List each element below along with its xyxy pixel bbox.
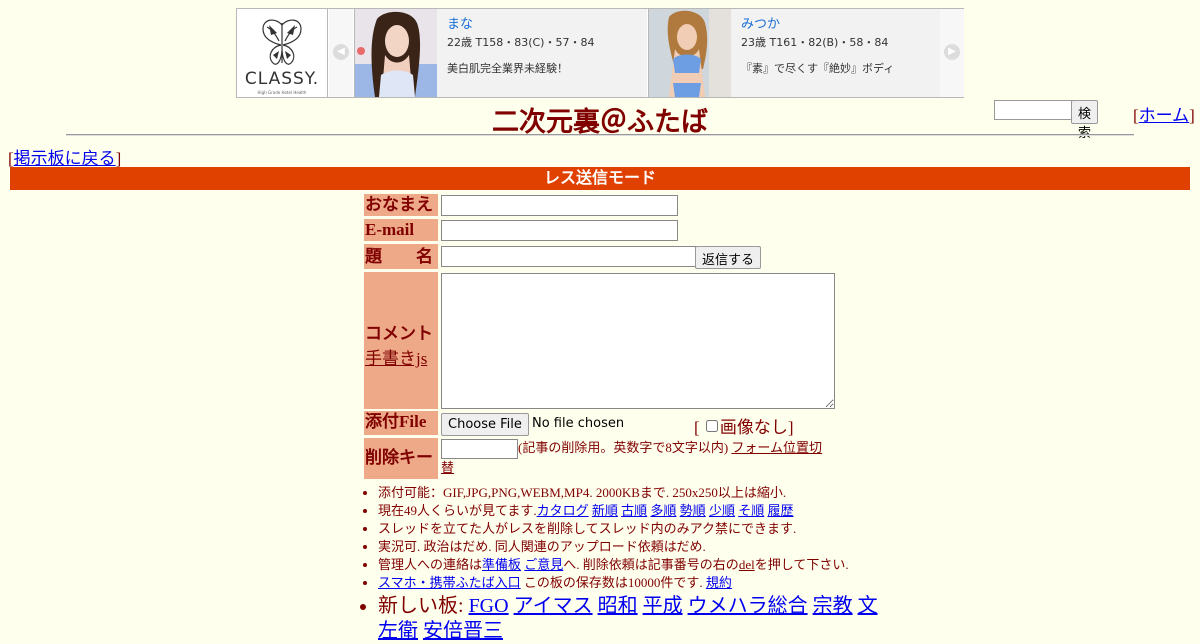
storage-count: この板の保存数は10000件です.	[520, 575, 703, 590]
subject-input[interactable]	[441, 246, 696, 267]
feedback-link[interactable]: ご意見	[524, 557, 563, 572]
comment-label: コメント	[365, 324, 433, 343]
rule-item: スマホ・携帯ふたば入口 この板の保存数は10000件です. 規約	[378, 574, 878, 592]
viewer-count: 現在49人くらいが見てます.	[378, 503, 537, 518]
reply-submit-button[interactable]: 返信する	[695, 246, 762, 269]
sort-momentum-link[interactable]: 勢順	[680, 503, 706, 518]
no-image-option: [ 画像なし]	[694, 418, 794, 437]
comment-textarea[interactable]	[441, 273, 835, 409]
email-label: E-mail	[364, 219, 438, 241]
delete-key-input[interactable]	[441, 439, 518, 460]
rule-text: へ. 削除依頼は記事番号の右の	[563, 557, 739, 572]
sort-few-link[interactable]: 少順	[709, 503, 735, 518]
chevron-left-icon: ◀	[333, 44, 349, 60]
rule-text: を押して下さい.	[754, 557, 849, 572]
board-link-fgo[interactable]: FGO	[469, 595, 509, 617]
no-image-label: 画像なし	[719, 418, 788, 437]
chevron-right-icon: ▶	[944, 44, 960, 60]
ad-info: みつか 23歳 T161・82(B)・58・84 『素』で尽くす『絶妙』ボディ	[741, 13, 894, 76]
ad-stats: 23歳 T161・82(B)・58・84	[741, 36, 889, 49]
email-field-wrap	[441, 220, 678, 241]
back-to-board-link[interactable]: 掲示板に戻る	[14, 149, 116, 168]
home-nav: [ホーム]	[1133, 106, 1195, 125]
rule-item: 実況可. 政治はだめ. 同人関連のアップロード依頼はだめ.	[378, 538, 878, 556]
name-field-wrap	[441, 195, 678, 216]
name-label: おなまえ	[364, 194, 438, 216]
search-form: 検索	[994, 100, 1099, 141]
butterfly-logo-icon	[262, 19, 302, 65]
ad-stats: 22歳 T158・83(C)・57・84	[447, 36, 595, 49]
ad-banner[interactable]: CLASSY. High Grade Hotel Health ◀ まな 22歳…	[236, 8, 964, 98]
search-button[interactable]: 検索	[1071, 100, 1099, 141]
ad-name[interactable]: まな	[447, 13, 594, 32]
sort-so-link[interactable]: そ順	[738, 503, 764, 518]
ad-prev-button[interactable]: ◀	[329, 9, 353, 97]
reply-mode-bar: レス送信モード	[10, 167, 1190, 190]
board-link-imas[interactable]: アイマス	[514, 595, 593, 617]
divider	[66, 134, 1134, 136]
board-rules: 添付可能：GIF,JPG,PNG,WEBM,MP4. 2000KBまで. 250…	[362, 484, 878, 644]
rule-item: 現在49人くらいが見てます.カタログ 新順 古順 多順 勢順 少順 そ順 履歴	[378, 502, 878, 520]
subject-label: 題 名	[364, 244, 438, 269]
choose-file-button[interactable]: Choose File	[441, 413, 529, 436]
mobile-entry-link[interactable]: スマホ・携帯ふたば入口	[378, 575, 521, 590]
ad-name[interactable]: みつか	[741, 13, 894, 32]
no-image-checkbox[interactable]	[705, 420, 718, 432]
terms-link[interactable]: 規約	[706, 575, 732, 590]
board-link-heisei[interactable]: 平成	[643, 595, 683, 617]
ad-photo[interactable]	[649, 9, 731, 97]
board-link-religion[interactable]: 宗教	[813, 595, 853, 617]
rule-text: 実況可. 政治はだめ. 同人関連のアップロード依頼はだめ.	[378, 539, 706, 554]
rule-text: スレッドを立てた人がレスを削除してスレッド内のみアク禁にできます.	[378, 521, 797, 536]
board-link-umehara[interactable]: ウメハラ総合	[688, 595, 808, 617]
comment-label-cell: コメント 手書きjs	[364, 272, 438, 409]
handwrite-link[interactable]: 手書きjs	[365, 349, 427, 368]
ad-brand: CLASSY.	[244, 69, 320, 89]
ad-info: まな 22歳 T158・83(C)・57・84 美白肌完全業界未経験！	[447, 13, 594, 76]
name-input[interactable]	[441, 195, 678, 216]
sort-old-link[interactable]: 古順	[621, 503, 647, 518]
sort-new-link[interactable]: 新順	[592, 503, 618, 518]
new-boards-label: 新しい板:	[378, 595, 464, 617]
delete-key-wrap: (記事の削除用。英数字で8文字以内) フォーム位置切替	[441, 439, 827, 477]
rule-item: 添付可能：GIF,JPG,PNG,WEBM,MP4. 2000KBまで. 250…	[378, 484, 878, 502]
board-link-abe[interactable]: 安倍晋三	[423, 620, 503, 642]
profile-photo-icon	[355, 9, 437, 97]
prep-board-link[interactable]: 準備板	[482, 557, 521, 572]
rule-text: 添付可能：GIF,JPG,PNG,WEBM,MP4. 2000KBまで. 250…	[378, 485, 787, 500]
delete-key-label: 削除キー	[364, 438, 438, 479]
home-link[interactable]: ホーム	[1139, 106, 1190, 125]
comment-field-wrap	[441, 273, 835, 414]
file-status: No file chosen	[532, 416, 625, 431]
file-label: 添付File	[364, 411, 438, 435]
ad-desc: 美白肌完全業界未経験！	[447, 62, 568, 75]
catalog-link[interactable]: カタログ	[537, 503, 589, 518]
ad-logo[interactable]: CLASSY. High Grade Hotel Health	[237, 9, 328, 97]
rule-text: 管理人への連絡は	[378, 557, 483, 572]
ad-card[interactable]: みつか 23歳 T161・82(B)・58・84 『素』で尽くす『絶妙』ボディ	[648, 9, 941, 97]
profile-photo-icon	[649, 9, 731, 97]
new-boards: 新しい板: FGO アイマス 昭和 平成 ウメハラ総合 宗教 文左衛 安倍晋三	[378, 594, 878, 644]
rule-item: 管理人への連絡は準備板 ご意見へ. 削除依頼は記事番号の右のdelを押して下さい…	[378, 556, 878, 574]
back-nav: [掲示板に戻る]	[8, 149, 122, 168]
rule-item: スレッドを立てた人がレスを削除してスレッド内のみアク禁にできます.	[378, 520, 878, 538]
del-link[interactable]: del	[739, 557, 755, 572]
sort-many-link[interactable]: 多順	[650, 503, 676, 518]
ad-card[interactable]: まな 22歳 T158・83(C)・57・84 美白肌完全業界未経験！	[354, 9, 647, 97]
search-input[interactable]	[994, 100, 1074, 120]
ad-photo[interactable]	[355, 9, 437, 97]
delete-key-note: (記事の削除用。英数字で8文字以内)	[518, 440, 729, 455]
subject-field-wrap	[441, 246, 696, 267]
ad-tagline: High Grade Hotel Health	[257, 90, 307, 95]
email-input[interactable]	[441, 220, 678, 241]
ad-desc: 『素』で尽くす『絶妙』ボディ	[741, 62, 895, 75]
history-link[interactable]: 履歴	[767, 503, 793, 518]
ad-next-button[interactable]: ▶	[940, 9, 964, 97]
board-link-showa[interactable]: 昭和	[598, 595, 638, 617]
